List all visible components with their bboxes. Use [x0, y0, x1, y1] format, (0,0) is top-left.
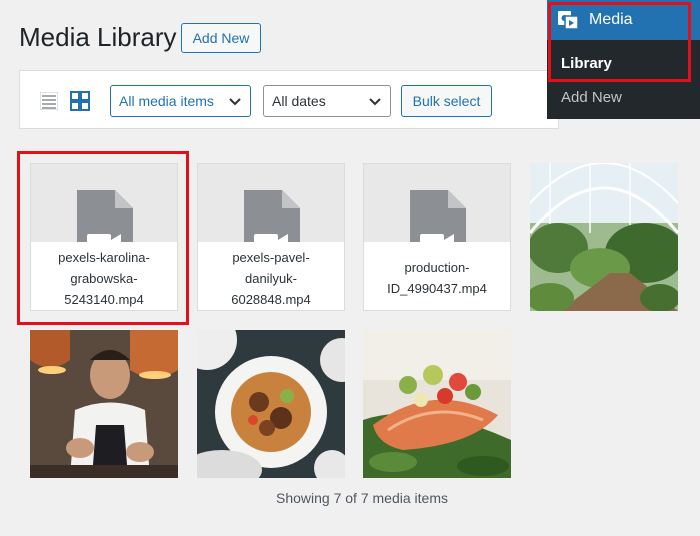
- greenhouse-garden-image: [530, 163, 678, 311]
- media-item[interactable]: [197, 330, 345, 478]
- chevron-down-icon: [229, 98, 241, 106]
- media-icon: [558, 11, 579, 30]
- media-item[interactable]: [530, 163, 678, 311]
- chef-cooking-image: [30, 330, 178, 478]
- menu-item-media[interactable]: Media: [547, 0, 700, 40]
- media-item[interactable]: pexels-pavel- danilyuk- 6028848.mp4: [197, 163, 345, 311]
- add-new-button[interactable]: Add New: [181, 23, 261, 53]
- media-item[interactable]: production- ID_4990437.mp4: [363, 163, 511, 311]
- menu-media-label: Media: [589, 11, 633, 28]
- salmon-salad-image: [363, 330, 511, 478]
- date-filter-value: All dates: [272, 93, 326, 109]
- admin-menu-flyout: Media Library Add New: [547, 0, 700, 119]
- list-view-icon[interactable]: [40, 92, 58, 110]
- page-title: Media Library: [19, 22, 177, 52]
- menu-item-add-new[interactable]: Add New: [561, 89, 622, 106]
- bulk-select-button[interactable]: Bulk select: [401, 85, 492, 117]
- media-item[interactable]: [30, 330, 178, 478]
- media-item-filename: production- ID_4990437.mp4: [364, 242, 510, 310]
- media-item-filename: pexels-pavel- danilyuk- 6028848.mp4: [198, 242, 344, 310]
- plated-meal-image: [197, 330, 345, 478]
- media-toolbar: All media items All dates Bulk select: [19, 70, 559, 129]
- media-type-filter[interactable]: All media items: [110, 85, 251, 117]
- chevron-down-icon: [369, 98, 381, 106]
- date-filter[interactable]: All dates: [263, 85, 391, 117]
- grid-view-icon[interactable]: [70, 91, 90, 111]
- menu-item-library[interactable]: Library: [561, 55, 612, 72]
- media-count-text: Showing 7 of 7 media items: [276, 490, 448, 506]
- media-item[interactable]: [363, 330, 511, 478]
- media-item[interactable]: pexels-karolina- grabowska- 5243140.mp4: [30, 163, 178, 311]
- media-item-filename: pexels-karolina- grabowska- 5243140.mp4: [31, 242, 177, 310]
- media-type-filter-value: All media items: [119, 93, 214, 109]
